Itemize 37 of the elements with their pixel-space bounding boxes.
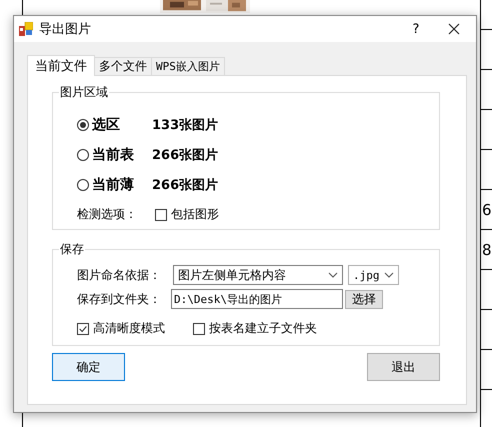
caret-icon[interactable] [328,272,338,278]
group-title: 保存 [59,242,85,257]
picture-count: 266张图片 [152,147,218,164]
naming-dropdown[interactable]: 图片左侧单元格内容 [173,265,343,285]
app-icon [19,22,33,36]
tab[interactable]: 当前文件 [27,55,95,76]
checkbox-label[interactable]: 包括图形 [171,206,219,223]
sheet-cell: 6 [482,200,492,218]
tab[interactable]: 多个文件 [94,57,152,75]
radio-label[interactable]: 当前薄 [92,176,152,194]
ok-button[interactable]: 确定 [52,353,125,381]
exit-button[interactable]: 退出 [367,353,440,381]
radio-label[interactable]: 选区 [92,116,152,134]
tab[interactable]: WPS嵌入图片 [151,57,225,75]
radio-button[interactable] [77,149,89,161]
detect-label: 检测选项： [77,206,137,223]
radio-button[interactable] [77,119,89,131]
picture-count: 133张图片 [152,117,218,134]
checkbox-label[interactable]: 按表名建立子文件夹 [209,320,317,337]
checkbox[interactable] [155,208,167,220]
browse-button[interactable]: 选择 [345,290,383,308]
folder-label: 保存到文件夹： [77,290,162,308]
radio-label[interactable]: 当前表 [92,146,152,164]
caret-icon[interactable] [384,272,394,278]
picture-count: 266张图片 [152,177,218,194]
group-title: 图片区域 [59,85,109,100]
folder-field[interactable]: D:\Desk\导出的图片 [171,289,343,309]
naming-label: 图片命名依据： [77,266,162,284]
window-title: 导出图片 [39,21,91,38]
help-button[interactable]: ? [406,17,426,41]
close-icon[interactable] [448,23,460,35]
checkbox[interactable] [193,322,205,334]
format-dropdown[interactable]: .jpg [348,265,399,285]
checkbox[interactable] [77,322,89,334]
checkbox-label[interactable]: 高清晰度模式 [93,320,165,337]
sheet-cell: 8 [482,240,492,258]
radio-button[interactable] [77,179,89,191]
